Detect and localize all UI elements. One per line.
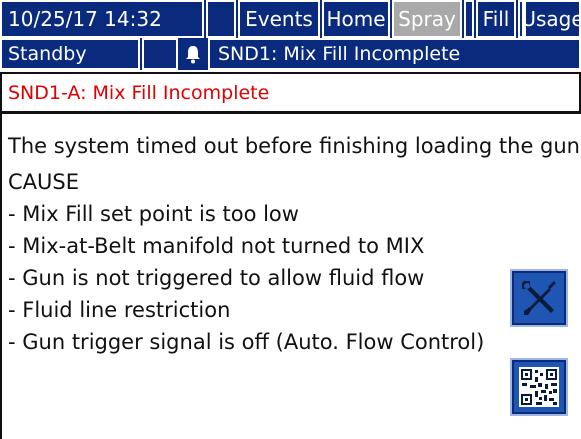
qr-code-icon bbox=[519, 367, 559, 407]
cause-item: - Gun is not triggered to allow fluid fl… bbox=[8, 266, 425, 290]
cause-item: - Fluid line restriction bbox=[8, 298, 231, 322]
qr-code-button[interactable] bbox=[510, 358, 568, 416]
top-bar: 10/25/17 14:32 Events Home Spray Fill Us… bbox=[0, 0, 581, 38]
blank-cell bbox=[206, 0, 236, 38]
wrench-screwdriver-icon bbox=[522, 281, 556, 315]
cause-item: - Gun trigger signal is off (Auto. Flow … bbox=[8, 330, 485, 354]
system-mode: Standby bbox=[0, 38, 140, 70]
datetime-display: 10/25/17 14:32 bbox=[0, 0, 204, 38]
alarm-title: SND1-A: Mix Fill Incomplete bbox=[0, 72, 581, 114]
cause-item: - Mix-at-Belt manifold not turned to MIX bbox=[8, 234, 425, 258]
cause-item: - Mix Fill set point is too low bbox=[8, 202, 299, 226]
status-bar: Standby SND1: Mix Fill Incomplete bbox=[0, 38, 581, 70]
blank-cell bbox=[142, 38, 178, 70]
bell-icon bbox=[178, 38, 208, 70]
alarm-description: The system timed out before finishing lo… bbox=[8, 134, 580, 158]
blank-cell bbox=[464, 0, 474, 38]
tab-home[interactable]: Home bbox=[322, 0, 390, 38]
cause-heading: CAUSE bbox=[8, 170, 79, 194]
active-alarm: SND1: Mix Fill Incomplete bbox=[208, 38, 581, 70]
tab-spray[interactable]: Spray bbox=[392, 0, 462, 38]
tab-events[interactable]: Events bbox=[238, 0, 320, 38]
tab-usage[interactable]: Usage bbox=[521, 0, 581, 38]
troubleshoot-button[interactable] bbox=[510, 269, 568, 327]
alarm-detail-panel: The system timed out before finishing lo… bbox=[0, 114, 581, 439]
tab-fill[interactable]: Fill bbox=[476, 0, 516, 38]
